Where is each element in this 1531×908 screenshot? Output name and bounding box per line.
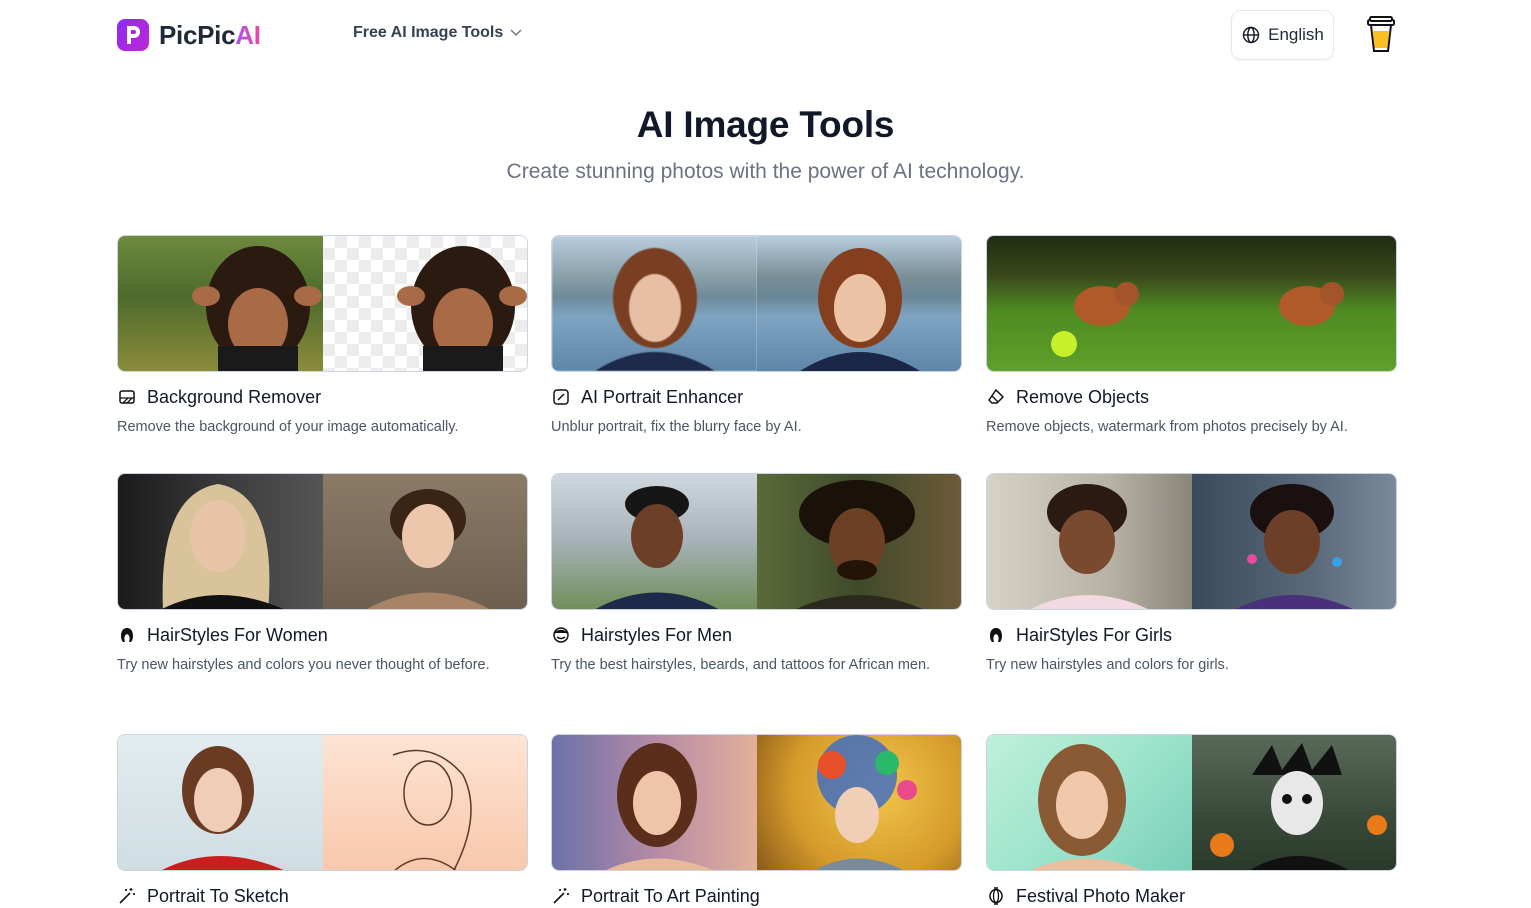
site-header: PicPicAI Free AI Image Tools English bbox=[0, 0, 1531, 70]
buy-me-a-coffee-icon[interactable] bbox=[1366, 16, 1396, 54]
nav-tools-label: Free AI Image Tools bbox=[353, 24, 504, 41]
brand-name: PicPicAI bbox=[159, 19, 261, 50]
background-remove-icon bbox=[117, 387, 137, 407]
tool-preview-image bbox=[117, 734, 528, 871]
tool-preview-image bbox=[986, 473, 1397, 610]
woman-hair-icon bbox=[117, 625, 137, 645]
tool-title: Remove Objects bbox=[1016, 386, 1150, 407]
page-title: AI Image Tools bbox=[636, 104, 895, 145]
tool-preview-image bbox=[551, 734, 962, 871]
tool-title: HairStyles For Girls bbox=[1016, 624, 1173, 645]
logo-icon bbox=[117, 19, 149, 51]
globe-icon bbox=[1241, 25, 1261, 45]
nav-free-ai-image-tools[interactable]: Free AI Image Tools bbox=[353, 24, 523, 42]
tool-title: HairStyles For Women bbox=[147, 624, 328, 645]
tool-card-hairstyles-for-women[interactable]: HairStyles For Women Try new hairstyles … bbox=[117, 473, 528, 677]
chevron-down-icon bbox=[509, 26, 523, 40]
eraser-icon bbox=[986, 387, 1006, 407]
language-label: English bbox=[1268, 25, 1324, 44]
tool-description: Try the best hairstyles, beards, and tat… bbox=[551, 657, 931, 673]
tool-description: Remove the background of your image auto… bbox=[117, 419, 459, 435]
tool-card-hairstyles-for-men[interactable]: Hairstyles For Men Try the best hairstyl… bbox=[551, 473, 962, 677]
brand-logo[interactable]: PicPicAI bbox=[117, 19, 261, 51]
tool-preview-image bbox=[117, 473, 528, 610]
tool-description: Unblur portrait, fix the blurry face by … bbox=[551, 419, 802, 435]
girl-hair-icon bbox=[986, 625, 1006, 645]
tool-preview-image bbox=[551, 235, 962, 372]
tool-preview-image bbox=[986, 235, 1397, 372]
tool-title: Hairstyles For Men bbox=[581, 624, 733, 645]
tool-card-portrait-to-art-painting[interactable]: Portrait To Art Painting bbox=[551, 734, 962, 908]
magic-wand-icon bbox=[551, 886, 571, 906]
magic-wand-icon bbox=[117, 886, 137, 906]
tool-title: Portrait To Sketch bbox=[147, 885, 289, 906]
tool-description: Remove objects, watermark from photos pr… bbox=[986, 419, 1348, 435]
tool-preview-image bbox=[986, 734, 1397, 871]
tool-card-portrait-to-sketch[interactable]: Portrait To Sketch bbox=[117, 734, 528, 908]
tool-card-background-remover[interactable]: Background Remover Remove the background… bbox=[117, 235, 528, 439]
tool-title: Background Remover bbox=[147, 386, 322, 407]
tool-title: Portrait To Art Painting bbox=[581, 885, 760, 906]
enhance-icon bbox=[551, 387, 571, 407]
tool-description: Try new hairstyles and colors for girls. bbox=[986, 657, 1229, 673]
tool-card-festival-photo-maker[interactable]: Festival Photo Maker bbox=[986, 734, 1397, 908]
lantern-icon bbox=[986, 886, 1006, 906]
tool-preview-image bbox=[551, 473, 962, 610]
page-subtitle: Create stunning photos with the power of… bbox=[506, 160, 1025, 183]
tool-preview-image bbox=[117, 235, 528, 372]
language-button[interactable]: English bbox=[1231, 10, 1334, 60]
tool-description: Try new hairstyles and colors you never … bbox=[117, 657, 490, 673]
tool-title: AI Portrait Enhancer bbox=[581, 386, 744, 407]
man-hair-icon bbox=[551, 625, 571, 645]
tool-card-remove-objects[interactable]: Remove Objects Remove objects, watermark… bbox=[986, 235, 1397, 439]
tool-title: Festival Photo Maker bbox=[1016, 885, 1186, 906]
tool-card-hairstyles-for-girls[interactable]: HairStyles For Girls Try new hairstyles … bbox=[986, 473, 1397, 677]
tool-card-ai-portrait-enhancer[interactable]: AI Portrait Enhancer Unblur portrait, fi… bbox=[551, 235, 962, 439]
